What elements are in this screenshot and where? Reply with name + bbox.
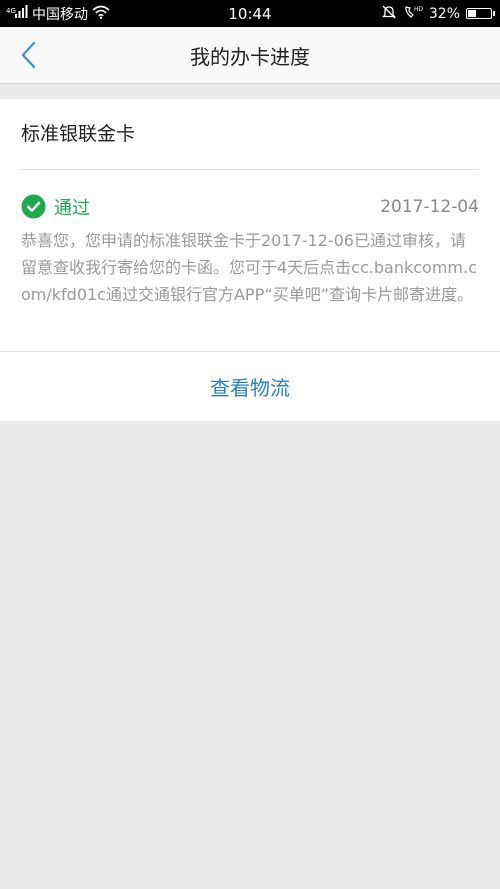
status-bar: 4G 中国移动 10:44 HD 32% <box>0 0 500 27</box>
hd-call-icon: HD <box>403 4 423 24</box>
divider <box>21 169 479 170</box>
status-date: 2017-12-04 <box>380 197 479 217</box>
wifi-icon <box>92 5 110 23</box>
signal-icon: 4G <box>6 4 28 23</box>
battery-level <box>468 10 476 17</box>
mute-bell-icon <box>381 4 397 24</box>
status-message: 恭喜您，您申请的标准银联金卡于2017-12-06已通过审核，请留意查收我行寄给… <box>21 231 477 304</box>
card-application-progress: 标准银联金卡 通过 2017-12-04 恭喜您，您申请的标准银联金卡于2017… <box>0 99 500 421</box>
card-name: 标准银联金卡 <box>21 123 136 145</box>
page-title: 我的办卡进度 <box>190 44 310 69</box>
chevron-left-icon <box>21 41 36 69</box>
battery-icon <box>466 8 495 19</box>
status-bar-right: HD 32% <box>381 0 495 27</box>
status-row: 通过 2017-12-04 <box>21 194 479 220</box>
view-logistics-button[interactable]: 查看物流 <box>0 352 500 421</box>
nav-bar: 我的办卡进度 <box>0 27 500 84</box>
battery-percent: 32% <box>428 5 460 22</box>
svg-text:HD: HD <box>414 6 423 13</box>
status-bar-left: 4G 中国移动 <box>6 0 110 27</box>
check-circle-icon <box>21 194 46 219</box>
svg-text:4G: 4G <box>6 7 16 15</box>
carrier-name: 中国移动 <box>32 6 88 23</box>
status-label: 通过 <box>54 198 90 219</box>
back-button[interactable] <box>10 35 46 75</box>
